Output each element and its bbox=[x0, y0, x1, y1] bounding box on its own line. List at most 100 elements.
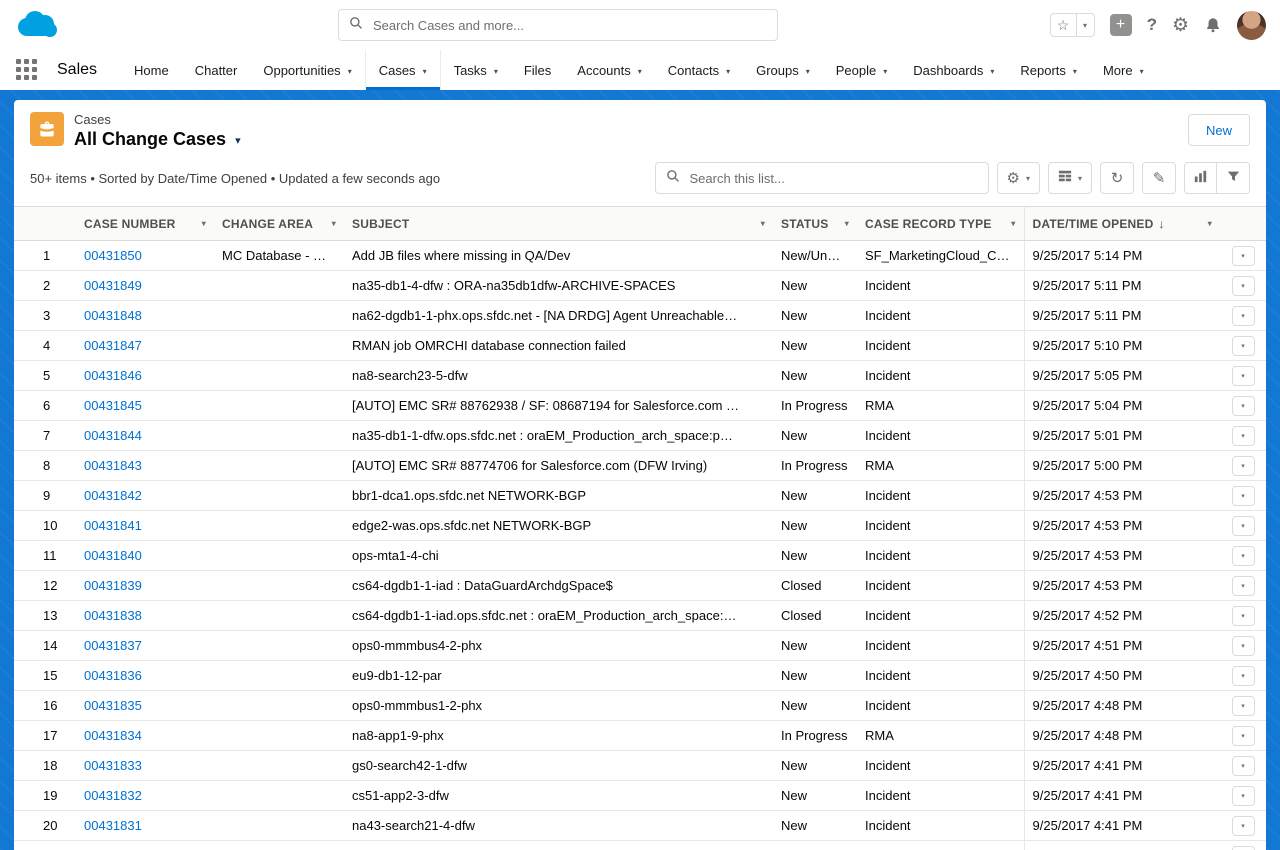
help-icon[interactable]: ? bbox=[1147, 15, 1157, 35]
display-as-button[interactable]: ▾ bbox=[1048, 162, 1092, 194]
case-number-link[interactable]: 00431837 bbox=[84, 638, 142, 653]
column-header-case-number[interactable]: CASE NUMBER ▾ bbox=[76, 207, 214, 241]
nav-item-tasks[interactable]: Tasks ▾ bbox=[441, 50, 511, 90]
chevron-down-icon[interactable]: ▾ bbox=[1011, 219, 1015, 228]
case-number-link[interactable]: 00431850 bbox=[84, 248, 142, 263]
notifications-bell-icon[interactable] bbox=[1204, 16, 1222, 34]
nav-item-groups[interactable]: Groups ▾ bbox=[743, 50, 823, 90]
row-actions-button[interactable]: ▾ bbox=[1232, 726, 1255, 746]
case-number-link[interactable]: 00431848 bbox=[84, 308, 142, 323]
column-header-case-record-type[interactable]: CASE RECORD TYPE ▾ bbox=[857, 207, 1024, 241]
row-actions-button[interactable]: ▾ bbox=[1232, 816, 1255, 836]
row-actions-button[interactable]: ▾ bbox=[1232, 516, 1255, 536]
nav-item-dashboards[interactable]: Dashboards ▾ bbox=[900, 50, 1007, 90]
case-number-link[interactable]: 00431846 bbox=[84, 368, 142, 383]
chevron-down-icon[interactable]: ▾ bbox=[202, 219, 206, 228]
chevron-down-icon[interactable]: ▾ bbox=[761, 219, 765, 228]
case-number-link[interactable]: 00431844 bbox=[84, 428, 142, 443]
row-actions-button[interactable]: ▾ bbox=[1232, 246, 1255, 266]
list-view-selector[interactable]: All Change Cases ▾ bbox=[74, 127, 241, 150]
list-view-settings-button[interactable]: ⚙ ▾ bbox=[997, 162, 1040, 194]
case-number-link[interactable]: 00431831 bbox=[84, 818, 142, 833]
row-actions-button[interactable]: ▾ bbox=[1232, 486, 1255, 506]
row-actions-button[interactable]: ▾ bbox=[1232, 426, 1255, 446]
case-number-link[interactable]: 00431834 bbox=[84, 728, 142, 743]
new-button[interactable]: New bbox=[1188, 114, 1250, 146]
row-actions-button[interactable]: ▾ bbox=[1232, 546, 1255, 566]
row-actions-button[interactable]: ▾ bbox=[1232, 606, 1255, 626]
case-number-link[interactable]: 00431836 bbox=[84, 668, 142, 683]
column-header-change-area[interactable]: CHANGE AREA ▾ bbox=[214, 207, 344, 241]
case-number-link[interactable]: 00431839 bbox=[84, 578, 142, 593]
chevron-down-icon[interactable]: ▾ bbox=[1208, 219, 1212, 228]
filters-button[interactable] bbox=[1217, 162, 1250, 194]
nav-item-files[interactable]: Files bbox=[511, 50, 564, 90]
chevron-down-icon: ▾ bbox=[726, 65, 730, 76]
row-number: 14 bbox=[14, 631, 76, 661]
case-number-link[interactable]: 00431838 bbox=[84, 608, 142, 623]
row-actions-button[interactable]: ▾ bbox=[1232, 306, 1255, 326]
search-icon bbox=[349, 16, 363, 35]
table-row: 21 00431830 cs60-db1-1-iad… Closed Incid… bbox=[14, 841, 1266, 850]
row-actions-button[interactable]: ▾ bbox=[1232, 636, 1255, 656]
nav-item-accounts[interactable]: Accounts ▾ bbox=[564, 50, 655, 90]
case-number-link[interactable]: 00431845 bbox=[84, 398, 142, 413]
row-actions-button[interactable]: ▾ bbox=[1232, 456, 1255, 476]
record-type-cell: Incident bbox=[857, 301, 1024, 331]
chevron-down-icon[interactable]: ▾ bbox=[332, 219, 336, 228]
row-actions-button[interactable]: ▾ bbox=[1232, 276, 1255, 296]
case-number-link[interactable]: 00431842 bbox=[84, 488, 142, 503]
table-row: 3 00431848 na62-dgdb1-1-phx.ops.sfdc.net… bbox=[14, 301, 1266, 331]
user-avatar[interactable] bbox=[1237, 11, 1266, 40]
case-number-link[interactable]: 00431849 bbox=[84, 278, 142, 293]
table-row: 7 00431844 na35-db1-1-dfw.ops.sfdc.net :… bbox=[14, 421, 1266, 451]
nav-item-more[interactable]: More ▾ bbox=[1090, 50, 1157, 90]
row-actions-button[interactable]: ▾ bbox=[1232, 756, 1255, 776]
chevron-down-icon[interactable]: ▾ bbox=[845, 219, 849, 228]
row-actions-button[interactable]: ▾ bbox=[1232, 696, 1255, 716]
case-number-link[interactable]: 00431840 bbox=[84, 548, 142, 563]
charts-button[interactable] bbox=[1184, 162, 1217, 194]
favorites-star-icon[interactable]: ☆ bbox=[1050, 13, 1077, 37]
filter-icon bbox=[1227, 170, 1240, 187]
global-add-icon[interactable]: + bbox=[1110, 14, 1132, 36]
case-number-link[interactable]: 00431841 bbox=[84, 518, 142, 533]
status-cell: New bbox=[773, 361, 857, 391]
date-time-opened-cell: 9/25/2017 4:53 PM bbox=[1024, 571, 1220, 601]
column-header-status[interactable]: STATUS ▾ bbox=[773, 207, 857, 241]
nav-item-reports[interactable]: Reports ▾ bbox=[1007, 50, 1090, 90]
nav-item-contacts[interactable]: Contacts ▾ bbox=[655, 50, 743, 90]
list-search-input[interactable] bbox=[688, 170, 978, 187]
nav-item-home[interactable]: Home bbox=[121, 50, 182, 90]
row-actions-button[interactable]: ▾ bbox=[1232, 666, 1255, 686]
row-actions-button[interactable]: ▾ bbox=[1232, 576, 1255, 596]
global-search-input[interactable] bbox=[371, 17, 767, 34]
case-number-link[interactable]: 00431833 bbox=[84, 758, 142, 773]
nav-item-chatter[interactable]: Chatter bbox=[182, 50, 251, 90]
record-type-cell: Incident bbox=[857, 271, 1024, 301]
chart-filter-group bbox=[1184, 162, 1250, 194]
row-actions-button[interactable]: ▾ bbox=[1232, 336, 1255, 356]
column-header-date-time-opened[interactable]: DATE/TIME OPENED ↓ ▾ bbox=[1024, 207, 1220, 241]
nav-item-cases[interactable]: Cases ▾ bbox=[365, 50, 441, 90]
nav-item-opportunities[interactable]: Opportunities ▾ bbox=[250, 50, 364, 90]
row-actions-button[interactable]: ▾ bbox=[1232, 366, 1255, 386]
row-actions-button[interactable]: ▾ bbox=[1232, 846, 1255, 850]
case-number-link[interactable]: 00431847 bbox=[84, 338, 142, 353]
row-actions-button[interactable]: ▾ bbox=[1232, 786, 1255, 806]
case-number-link[interactable]: 00431835 bbox=[84, 698, 142, 713]
app-launcher-icon[interactable] bbox=[16, 59, 39, 82]
cases-table: CASE NUMBER ▾ CHANGE AREA ▾ SUBJECT bbox=[14, 206, 1266, 850]
record-type-cell: Incident bbox=[857, 661, 1024, 691]
setup-gear-icon[interactable]: ⚙ bbox=[1172, 14, 1189, 37]
case-number-link[interactable]: 00431832 bbox=[84, 788, 142, 803]
column-header-subject[interactable]: SUBJECT ▾ bbox=[344, 207, 773, 241]
app-name[interactable]: Sales bbox=[57, 61, 97, 79]
nav-item-label: Opportunities bbox=[263, 63, 340, 78]
row-actions-button[interactable]: ▾ bbox=[1232, 396, 1255, 416]
refresh-button[interactable]: ↻ bbox=[1100, 162, 1134, 194]
nav-item-people[interactable]: People ▾ bbox=[823, 50, 901, 90]
inline-edit-button[interactable]: ✎ bbox=[1142, 162, 1176, 194]
favorites-dropdown-button[interactable]: ▾ bbox=[1077, 13, 1095, 37]
case-number-link[interactable]: 00431843 bbox=[84, 458, 142, 473]
